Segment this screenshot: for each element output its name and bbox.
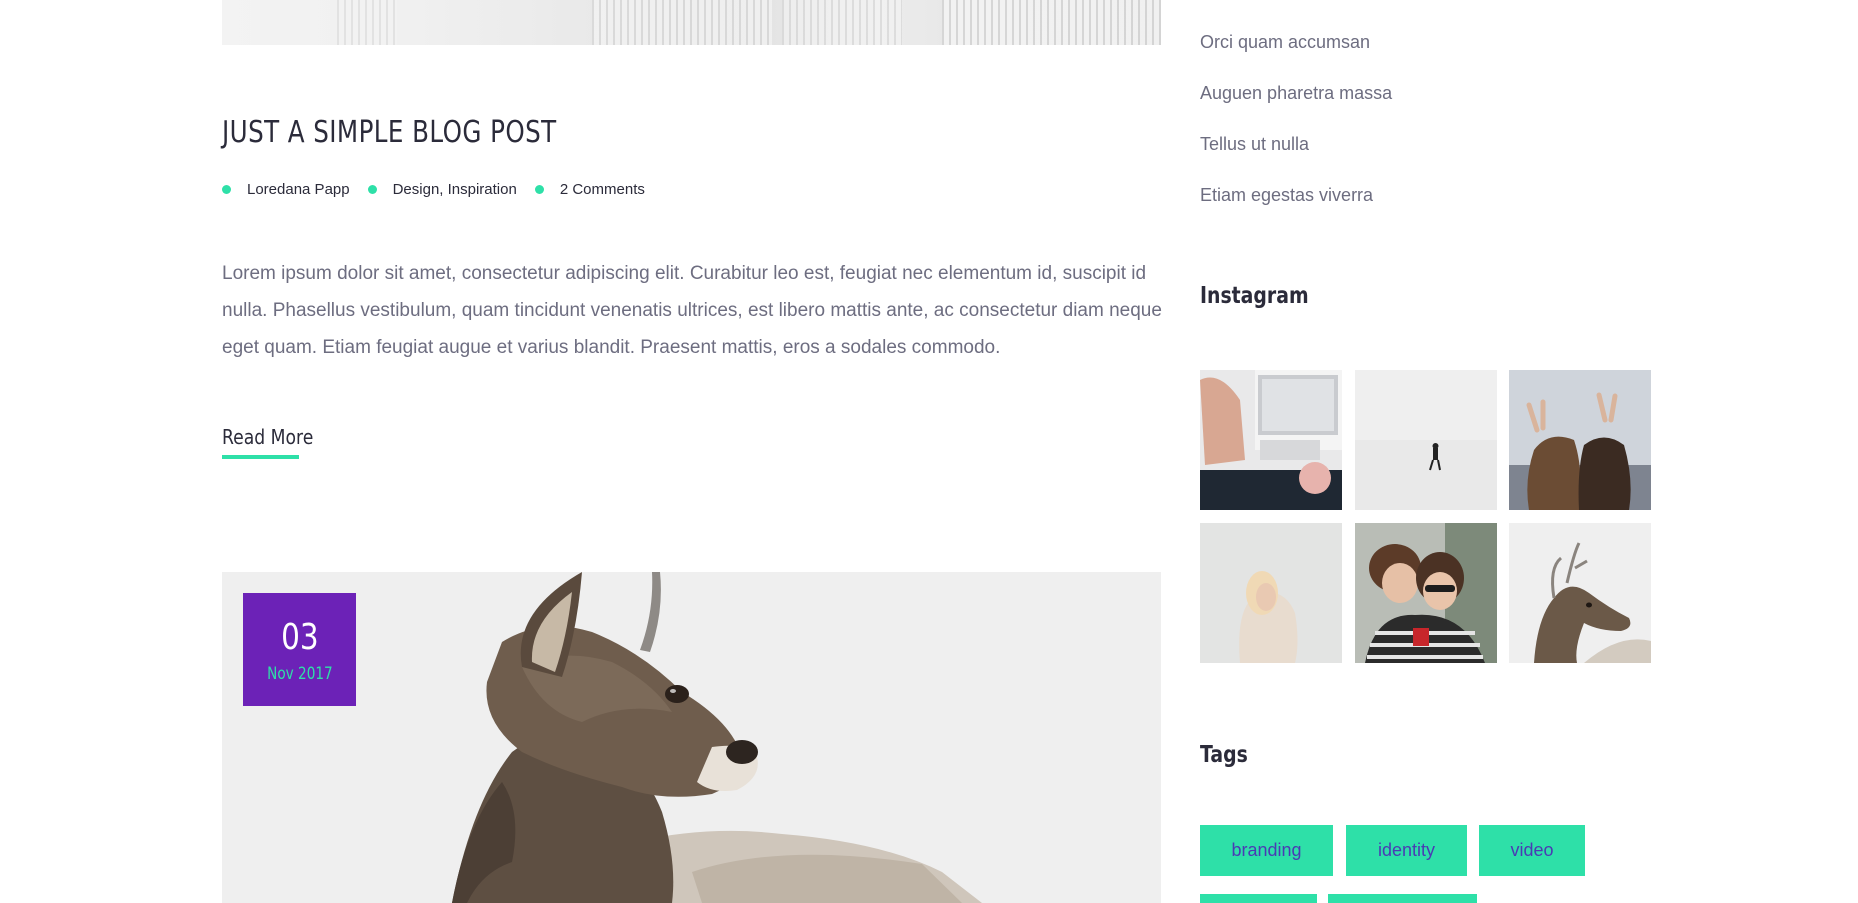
post-date-badge: 03 Nov 2017 — [243, 593, 356, 706]
author-link[interactable]: Loredana Papp — [247, 181, 350, 198]
read-more-link[interactable]: Read More — [222, 425, 313, 449]
post-image-top[interactable] — [222, 0, 1161, 45]
date-month: Nov 2017 — [266, 663, 333, 684]
instagram-photo[interactable] — [1200, 370, 1342, 510]
read-more-underline — [222, 455, 299, 459]
deer-photo — [222, 572, 1161, 903]
sidebar-list-item[interactable]: Auguen pharetra massa — [1200, 83, 1392, 104]
sidebar-list-item[interactable]: Tellus ut nulla — [1200, 134, 1309, 155]
meta-author[interactable]: Loredana Papp — [222, 181, 350, 198]
instagram-photo[interactable] — [1509, 370, 1651, 510]
instagram-widget-title: Instagram — [1200, 283, 1309, 309]
tag-identity[interactable]: identity — [1346, 825, 1467, 876]
categories-link[interactable]: Design, Inspiration — [393, 181, 517, 198]
post-meta: Loredana Papp Design, Inspiration 2 Comm… — [222, 181, 663, 198]
bullet-dot-icon — [222, 185, 231, 194]
instagram-photo[interactable] — [1355, 523, 1497, 663]
comments-link[interactable]: 2 Comments — [560, 181, 645, 198]
post-excerpt: Lorem ipsum dolor sit amet, consectetur … — [222, 263, 1162, 358]
instagram-grid — [1200, 370, 1652, 663]
sidebar-list-item[interactable]: Orci quam accumsan — [1200, 32, 1370, 53]
tag-partial[interactable] — [1200, 894, 1317, 903]
sidebar-list-item[interactable]: Etiam egestas viverra — [1200, 185, 1373, 206]
tags-widget-title: Tags — [1200, 742, 1248, 768]
meta-comments[interactable]: 2 Comments — [534, 181, 645, 198]
post-title[interactable]: JUST A SIMPLE BLOG POST — [222, 115, 557, 150]
date-day: 03 — [280, 616, 319, 658]
post-featured-image[interactable] — [222, 572, 1161, 903]
instagram-photo[interactable] — [1509, 523, 1651, 663]
tag-video[interactable]: video — [1479, 825, 1585, 876]
bullet-dot-icon — [367, 185, 377, 194]
instagram-photo[interactable] — [1355, 370, 1497, 510]
instagram-photo[interactable] — [1200, 523, 1342, 663]
tag-branding[interactable]: branding — [1200, 825, 1333, 876]
meta-categories[interactable]: Design, Inspiration — [367, 181, 517, 198]
bullet-dot-icon — [534, 185, 544, 194]
tag-partial[interactable] — [1328, 894, 1477, 903]
